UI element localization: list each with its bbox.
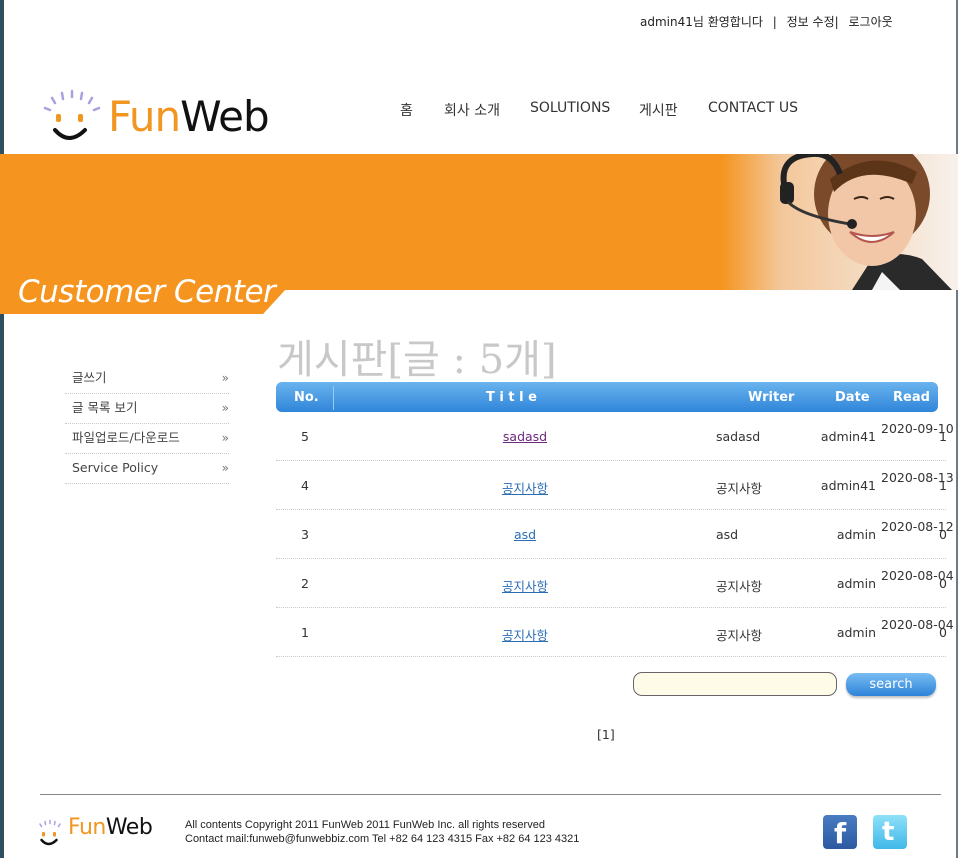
table-row: 3 asd asd admin 2020-08-12 0 xyxy=(276,510,954,559)
sidebar-item-label[interactable]: 글쓰기 xyxy=(72,370,107,385)
facebook-icon[interactable]: f xyxy=(823,815,857,850)
logout-link[interactable]: 로그아웃 xyxy=(849,15,893,29)
cell-no: 3 xyxy=(301,527,309,542)
page-title: 게시판[글 : 5개] xyxy=(277,337,557,383)
cell-user: admin xyxy=(836,576,876,591)
cell-writer: 공지사항 xyxy=(716,628,763,643)
cell-read: 0 xyxy=(939,527,947,542)
logo-web-text: Web xyxy=(105,815,153,840)
column-header-no: No. xyxy=(294,390,319,405)
post-title-link[interactable]: 공지사항 xyxy=(502,628,548,643)
table-header: No. T i t l e Writer Date Read xyxy=(276,382,938,412)
cell-writer: asd xyxy=(716,527,739,542)
logo-wordmark: FunWeb xyxy=(108,92,270,141)
cell-read: 0 xyxy=(939,625,947,640)
double-chevron-icon: » xyxy=(221,431,229,445)
cell-writer: sadasd xyxy=(716,429,761,444)
footer-copyright: All contents Copyright 2011 FunWeb 2011 … xyxy=(185,818,579,846)
twitter-glyph: t xyxy=(882,817,895,847)
nav-item-contact[interactable]: CONTACT US xyxy=(708,100,808,120)
double-chevron-icon: » xyxy=(221,371,229,385)
nav-item-solutions[interactable]: SOLUTIONS xyxy=(530,100,639,120)
page-link-1[interactable]: [1] xyxy=(597,727,615,742)
cell-no: 4 xyxy=(301,478,309,493)
sidebar-item-label[interactable]: 파일업로드/다운로드 xyxy=(72,430,180,445)
nav-item-board[interactable]: 게시판 xyxy=(639,100,708,120)
cell-date: 2020-08-12 xyxy=(881,519,954,534)
cell-user: admin41 xyxy=(820,478,876,493)
sidebar-item-label[interactable]: Service Policy xyxy=(72,460,158,475)
contact-text: Contact mail:funweb@funwebbiz.com Tel +8… xyxy=(185,833,580,845)
post-title-link[interactable]: 공지사항 xyxy=(502,579,548,594)
cell-user: admin xyxy=(836,625,876,640)
support-agent-photo xyxy=(722,154,958,290)
window-edge-left xyxy=(0,0,4,858)
header-divider xyxy=(333,386,334,410)
nav-item-company[interactable]: 회사 소개 xyxy=(444,100,530,120)
column-header-title: T i t l e xyxy=(486,390,537,405)
cell-no: 1 xyxy=(301,625,309,640)
sidebar-item-list[interactable]: 글 목록 보기 » xyxy=(65,394,229,424)
column-header-date: Date xyxy=(835,390,870,405)
cell-title: 공지사항 xyxy=(446,576,604,595)
table-row: 5 sadasd sadasd admin41 2020-09-10 1 xyxy=(276,412,954,461)
logo-web-text: Web xyxy=(180,92,270,141)
edit-info-link[interactable]: 정보 수정 xyxy=(787,15,835,29)
column-header-read: Read xyxy=(893,390,930,405)
cell-read: 0 xyxy=(939,576,947,591)
table-row: 1 공지사항 공지사항 admin 2020-08-04 0 xyxy=(276,608,954,657)
sidebar-item-label[interactable]: 글 목록 보기 xyxy=(72,400,137,415)
cell-writer: 공지사항 xyxy=(716,481,763,496)
post-title-link[interactable]: sadasd xyxy=(503,429,547,444)
search-button[interactable]: search xyxy=(846,673,936,696)
cell-title: asd xyxy=(446,527,604,542)
post-title-link[interactable]: asd xyxy=(514,527,536,542)
separator: | xyxy=(772,15,777,29)
sidebar-item-file[interactable]: 파일업로드/다운로드 » xyxy=(65,424,229,454)
separator: | xyxy=(834,15,839,29)
table-row: 4 공지사항 공지사항 admin41 2020-08-13 1 xyxy=(276,461,954,510)
cell-date: 2020-09-10 xyxy=(881,421,954,436)
search-input[interactable] xyxy=(633,672,837,696)
cell-user: admin41 xyxy=(820,429,876,444)
smile-logo-icon xyxy=(39,819,61,846)
cell-date: 2020-08-04 xyxy=(881,617,954,632)
footer-logo-wordmark: FunWeb xyxy=(68,815,153,840)
sidebar-item-policy[interactable]: Service Policy » xyxy=(65,454,229,484)
copyright-text: All contents Copyright 2011 FunWeb 2011 … xyxy=(185,819,545,831)
cell-user: admin xyxy=(836,527,876,542)
cell-date: 2020-08-04 xyxy=(881,568,954,583)
double-chevron-icon: » xyxy=(221,461,229,475)
logo-fun-text: Fun xyxy=(68,815,106,840)
sidebar-menu: 글쓰기 » 글 목록 보기 » 파일업로드/다운로드 » Service Policy… xyxy=(65,364,229,484)
funweb-logo[interactable]: FunWeb xyxy=(40,88,300,148)
column-header-writer: Writer xyxy=(748,390,795,405)
double-chevron-icon: » xyxy=(221,401,229,415)
twitter-icon[interactable]: t xyxy=(873,815,907,849)
cell-no: 2 xyxy=(301,576,309,591)
sidebar-item-write[interactable]: 글쓰기 » xyxy=(65,364,229,394)
cell-writer: 공지사항 xyxy=(716,579,763,594)
welcome-text: admin41님 환영합니다 xyxy=(640,15,763,29)
footer-divider xyxy=(40,794,941,795)
post-title-link[interactable]: 공지사항 xyxy=(502,481,548,496)
cell-title: 공지사항 xyxy=(446,478,604,497)
nav-item-home[interactable]: 홈 xyxy=(400,100,444,120)
cell-read: 1 xyxy=(939,478,947,493)
main-nav: 홈 회사 소개 SOLUTIONS 게시판 CONTACT US xyxy=(400,100,808,120)
board-table: No. T i t l e Writer Date Read 5 sadasd … xyxy=(276,382,954,657)
footer-logo[interactable]: FunWeb xyxy=(34,815,174,851)
cell-read: 1 xyxy=(939,429,947,444)
facebook-glyph: f xyxy=(834,817,847,850)
cell-no: 5 xyxy=(301,429,309,444)
smile-logo-icon xyxy=(43,89,101,140)
logo-fun-text: Fun xyxy=(108,92,181,141)
cell-title: 공지사항 xyxy=(446,625,604,644)
table-row: 2 공지사항 공지사항 admin 2020-08-04 0 xyxy=(276,559,954,608)
banner-title: Customer Center xyxy=(18,274,276,310)
cell-date: 2020-08-13 xyxy=(881,470,954,485)
top-user-links: admin41님 환영합니다 | 정보 수정| 로그아웃 xyxy=(640,13,893,30)
cell-title: sadasd xyxy=(446,429,604,444)
